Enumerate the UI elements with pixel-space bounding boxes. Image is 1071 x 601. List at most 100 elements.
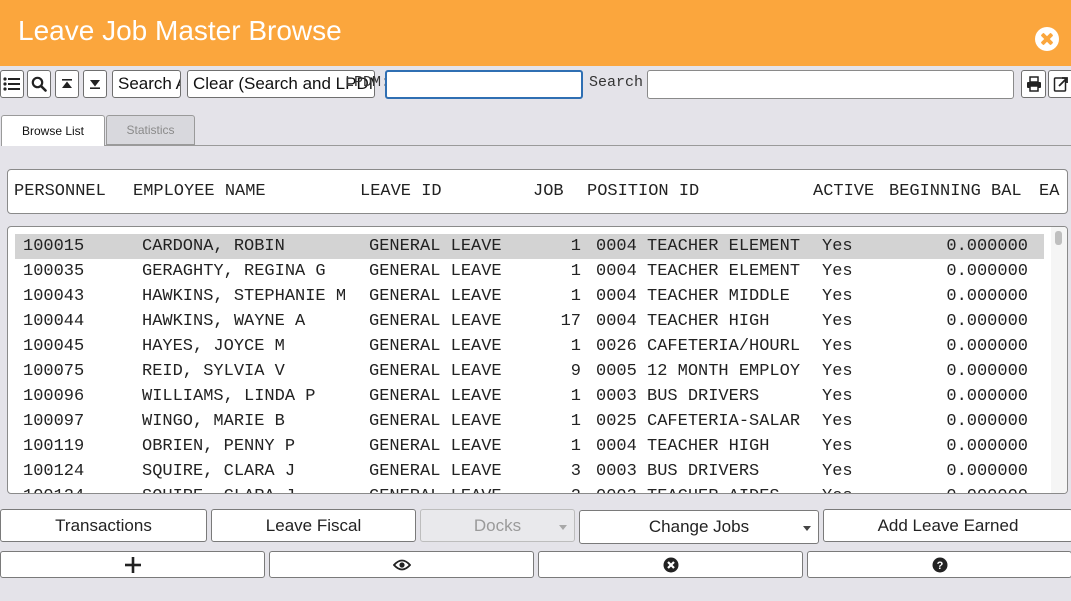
header-employee-name[interactable]: EMPLOYEE NAME [133,182,266,201]
header-beginning-bal[interactable]: BEGINNING BAL [889,182,1022,201]
cell-job: 1 [570,387,581,406]
cell-personnel: 100124 [23,462,85,481]
cell-job: 1 [570,237,581,256]
add-button[interactable] [0,551,265,578]
cell-position-id: 0004 TEACHER ELEMENT [596,237,801,256]
cell-active: Yes [822,362,853,381]
cell-leave-id: GENERAL LEAVE [369,362,502,381]
cell-employee-name: WILLIAMS, LINDA P [142,387,316,406]
cell-personnel: 100119 [23,437,85,456]
cell-personnel: 100035 [23,262,85,281]
cell-leave-id: GENERAL LEAVE [369,412,502,431]
help-icon: ? [932,557,947,572]
cell-employee-name: SQUIRE, CLARA J [142,485,295,493]
cell-beginning-bal: 0.000000 [946,387,1028,406]
table-row[interactable]: 100044 HAWKINS, WAYNE A GENERAL LEAVE 17 000… [15,309,1044,334]
cell-active: Yes [822,237,853,256]
cell-active: Yes [822,387,853,406]
cell-employee-name: REID, SYLVIA V [142,362,285,381]
search-all-button[interactable]: Search A [112,70,181,98]
search-input[interactable] [647,70,1014,99]
cell-leave-id: GENERAL LEAVE [369,287,502,306]
header-job[interactable]: JOB [533,182,564,201]
header-active[interactable]: ACTIVE [813,182,874,201]
cell-active: Yes [822,262,853,281]
leave-fiscal-button[interactable]: Leave Fiscal [211,509,416,542]
cell-active: Yes [822,485,853,493]
svg-text:?: ? [936,560,943,572]
header-personnel[interactable]: PERSONNEL [14,182,106,201]
table-row[interactable]: 100119 OBRIEN, PENNY P GENERAL LEAVE 1 0004 … [15,434,1044,459]
scrollbar-thumb[interactable] [1055,231,1062,245]
chevron-down-icon [559,525,567,530]
cell-beginning-bal: 0.000000 [946,362,1028,381]
table-row[interactable]: 100043 HAWKINS, STEPHANIE M GENERAL LEAVE 1… [15,284,1044,309]
lpdm-label: LPDM: [345,74,391,91]
table-row[interactable]: 100097 WINGO, MARIE B GENERAL LEAVE 1 0025 C… [15,409,1044,434]
cell-active: Yes [822,337,853,356]
export-icon[interactable] [1048,70,1071,98]
table-row[interactable]: 100015 CARDONA, ROBIN GENERAL LEAVE 1 0004 T… [15,234,1044,259]
docks-label: Docks [473,515,522,535]
tab-divider [105,145,1071,146]
first-icon[interactable] [55,70,79,98]
cell-beginning-bal: 0.000000 [946,262,1028,281]
cell-leave-id: GENERAL LEAVE [369,387,502,406]
add-leave-earned-button[interactable]: Add Leave Earned [823,509,1071,542]
close-icon[interactable] [1035,27,1059,51]
cell-position-id: 0003 BUS DRIVERS [596,387,760,406]
table-row[interactable]: 100096 WILLIAMS, LINDA P GENERAL LEAVE 1 000… [15,384,1044,409]
cell-personnel: 100097 [23,412,85,431]
cell-beginning-bal: 0.000000 [946,485,1028,493]
delete-button[interactable] [538,551,803,578]
header-position-id[interactable]: POSITION ID [587,182,699,201]
cell-active: Yes [822,412,853,431]
docks-dropdown: Docks [420,509,575,542]
cell-beginning-bal: 0.000000 [946,312,1028,331]
tab-statistics[interactable]: Statistics [106,115,195,145]
tab-browse-list[interactable]: Browse List [1,115,105,146]
cell-job: 1 [570,287,581,306]
print-icon[interactable] [1021,70,1046,98]
cell-employee-name: HAYES, JOYCE M [142,337,285,356]
cell-employee-name: HAWKINS, WAYNE A [142,312,306,331]
scrollbar[interactable] [1051,227,1067,493]
cell-leave-id: GENERAL LEAVE [369,462,502,481]
cell-position-id: 0004 TEACHER HIGH [596,312,770,331]
table-row[interactable]: 100124 SQUIRE, CLARA J GENERAL LEAVE 2 0003 … [15,484,1044,493]
lpdm-input[interactable] [385,70,583,99]
cell-position-id: 0025 CAFETERIA-SALAR [596,412,801,431]
cell-employee-name: SQUIRE, CLARA J [142,462,296,481]
last-icon[interactable] [83,70,107,98]
cell-beginning-bal: 0.000000 [946,437,1028,456]
transactions-button[interactable]: Transactions [0,509,207,542]
table-header: PERSONNEL EMPLOYEE NAME LEAVE ID JOB POS… [7,169,1068,214]
table-row[interactable]: 100045 HAYES, JOYCE M GENERAL LEAVE 1 0026 C… [15,334,1044,359]
help-button[interactable]: ? [807,551,1071,578]
cell-personnel: 100043 [23,287,85,306]
cell-beginning-bal: 0.000000 [946,337,1028,356]
cell-leave-id: GENERAL LEAVE [369,237,502,256]
cell-beginning-bal: 0.000000 [946,287,1028,306]
cell-job: 1 [570,412,581,431]
table-row[interactable]: 100075 REID, SYLVIA V GENERAL LEAVE 9 0005 1… [15,359,1044,384]
cell-job: 1 [570,437,581,456]
cell-leave-id: GENERAL LEAVE [369,337,502,356]
window-title: Leave Job Master Browse [18,15,342,46]
cell-position-id: 0004 TEACHER ELEMENT [596,262,801,281]
chevron-down-icon [803,526,811,531]
header-leave-id[interactable]: LEAVE ID [360,182,442,201]
cell-employee-name: GERAGHTY, REGINA G [142,262,326,281]
table-row[interactable]: 100124 SQUIRE, CLARA J GENERAL LEAVE 3 0003 … [15,459,1044,484]
search-icon[interactable] [27,70,51,98]
view-button[interactable] [269,551,534,578]
cell-employee-name: OBRIEN, PENNY P [142,437,296,456]
table-row[interactable]: 100035 GERAGHTY, REGINA G GENERAL LEAVE 1 00… [15,259,1044,284]
title-bar: Leave Job Master Browse [0,0,1071,66]
header-earned[interactable]: EA [1039,182,1059,201]
list-icon[interactable] [0,70,24,98]
change-jobs-dropdown[interactable]: Change Jobs [579,510,819,544]
cell-active: Yes [822,437,853,456]
cell-leave-id: GENERAL LEAVE [369,485,502,493]
cell-employee-name: HAWKINS, STEPHANIE M [142,287,347,306]
